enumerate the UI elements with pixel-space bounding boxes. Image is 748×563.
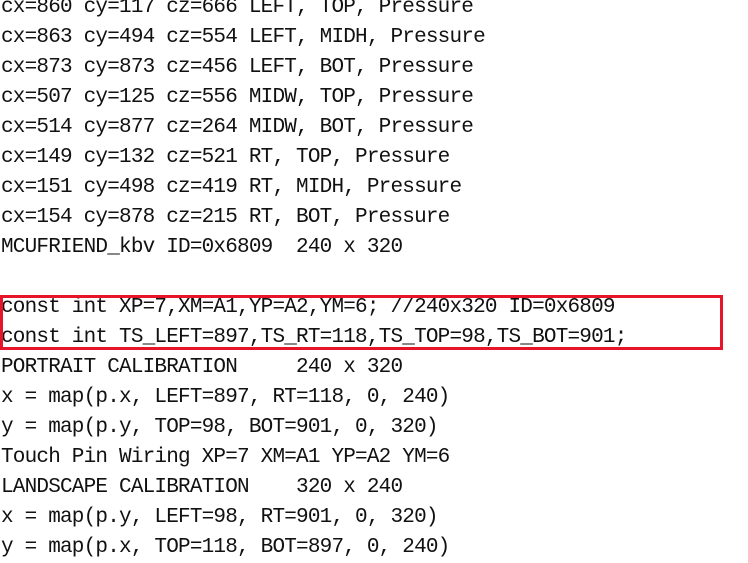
console-line: PORTRAIT CALIBRATION 240 x 320	[1, 356, 403, 379]
console-line: cx=873 cy=873 cz=456 LEFT, BOT, Pressure	[1, 56, 474, 79]
console-line: Touch Pin Wiring XP=7 XM=A1 YP=A2 YM=6	[1, 446, 450, 469]
console-line-highlighted: const int XP=7,XM=A1,YP=A2,YM=6; //240x3…	[1, 296, 616, 319]
console-line: cx=149 cy=132 cz=521 RT, TOP, Pressure	[1, 146, 450, 169]
console-line: cx=507 cy=125 cz=556 MIDW, TOP, Pressure	[1, 86, 474, 109]
console-line: y = map(p.x, TOP=118, BOT=897, 0, 240)	[1, 536, 450, 559]
console-line-highlighted: const int TS_LEFT=897,TS_RT=118,TS_TOP=9…	[1, 326, 627, 349]
console-line: LANDSCAPE CALIBRATION 320 x 240	[1, 476, 403, 499]
console-line: x = map(p.x, LEFT=897, RT=118, 0, 240)	[1, 386, 450, 409]
console-line: cx=860 cy=117 cz=666 LEFT, TOP, Pressure	[1, 0, 474, 19]
console-line: MCUFRIEND_kbv ID=0x6809 240 x 320	[1, 236, 403, 259]
console-line: cx=863 cy=494 cz=554 LEFT, MIDH, Pressur…	[1, 26, 486, 49]
console-line: cx=154 cy=878 cz=215 RT, BOT, Pressure	[1, 206, 450, 229]
console-line: y = map(p.y, TOP=98, BOT=901, 0, 320)	[1, 416, 438, 439]
serial-monitor-output: cx=860 cy=117 cz=666 LEFT, TOP, Pressure…	[0, 0, 748, 563]
console-line: cx=151 cy=498 cz=419 RT, MIDH, Pressure	[1, 176, 462, 199]
console-line: x = map(p.y, LEFT=98, RT=901, 0, 320)	[1, 506, 438, 529]
console-line: cx=514 cy=877 cz=264 MIDW, BOT, Pressure	[1, 116, 474, 139]
